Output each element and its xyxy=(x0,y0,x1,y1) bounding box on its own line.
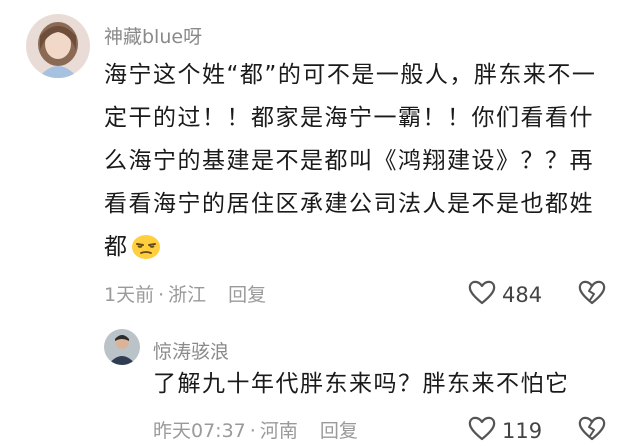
avatar[interactable] xyxy=(104,329,140,365)
comment-meta: 1天前 · 浙江 回复 xyxy=(104,280,266,307)
comment-time: 1天前 xyxy=(104,284,155,306)
like-button[interactable]: 119 xyxy=(468,415,542,446)
like-count: 484 xyxy=(502,282,543,307)
comment-meta: 昨天07:37 · 河南 回复 xyxy=(153,416,358,443)
comment-time: 昨天07:37 xyxy=(153,420,246,442)
heart-outline-icon xyxy=(468,415,496,446)
reply-button[interactable]: 回复 xyxy=(228,284,266,306)
comment-text-content: 了解九十年代胖东来吗？胖东来不怕它 xyxy=(153,371,570,397)
comment-text: 了解九十年代胖东来吗？胖东来不怕它 xyxy=(153,363,613,406)
dislike-button[interactable] xyxy=(578,279,606,309)
comment-text: 海宁这个姓“都”的可不是一般人，胖东来不一定干的过！！都家是海宁一霸！！你们看看… xyxy=(104,54,604,275)
broken-heart-icon xyxy=(578,280,606,309)
comment-text-content: 海宁这个姓“都”的可不是一般人，胖东来不一定干的过！！都家是海宁一霸！！你们看看… xyxy=(104,62,597,260)
comment-location: 河南 xyxy=(259,420,298,442)
like-button[interactable]: 484 xyxy=(468,279,542,310)
reply-button[interactable]: 回复 xyxy=(320,420,358,442)
broken-heart-icon xyxy=(578,416,606,445)
avatar[interactable] xyxy=(26,14,90,78)
comment-username[interactable]: 神藏blue呀 xyxy=(104,22,202,49)
comment-location: 浙江 xyxy=(168,284,207,306)
like-count: 119 xyxy=(502,418,543,443)
heart-outline-icon xyxy=(468,279,496,310)
meta-separator: · xyxy=(249,420,256,442)
smirk-emoji-icon xyxy=(131,232,161,275)
meta-separator: · xyxy=(158,284,165,306)
comment-username[interactable]: 惊涛骇浪 xyxy=(153,337,229,364)
